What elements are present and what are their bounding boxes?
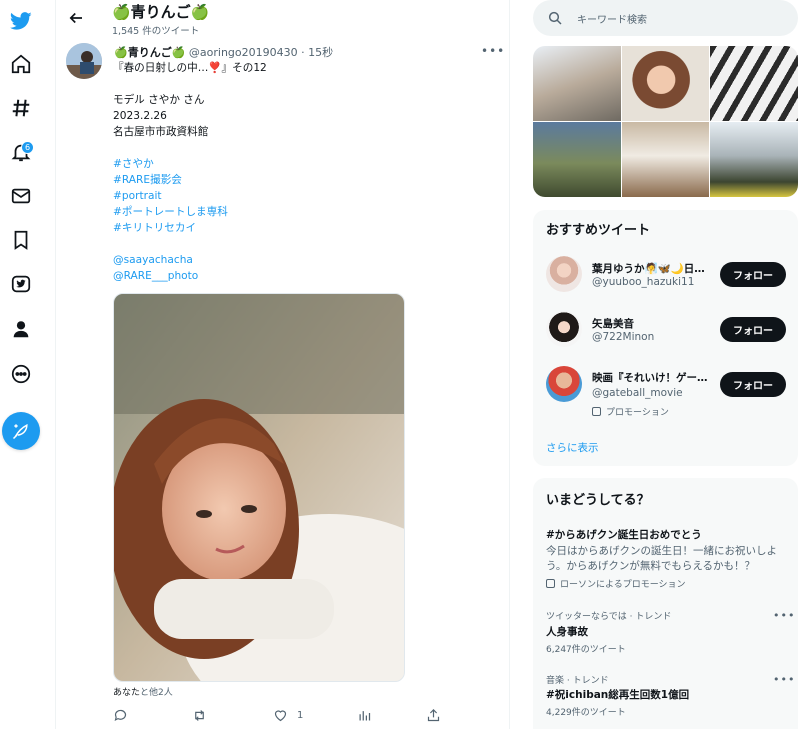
user-handle[interactable]: @gateball_movie [592,387,683,399]
gallery-thumbnail[interactable] [533,46,621,121]
notification-count-badge: 6 [21,141,34,154]
twitter-blue-icon[interactable] [8,271,34,297]
heart-icon [274,709,287,721]
home-icon[interactable] [8,51,34,77]
likers-rest[interactable]: と他2人 [140,688,173,698]
user-name[interactable]: 葉月ゆうか🧖🦋🌙日… [592,261,705,276]
hashtag-link[interactable]: #portrait [113,188,473,204]
gallery-thumbnail[interactable] [533,122,621,197]
author-avatar[interactable] [66,43,102,79]
promotion-text: プロモーション [606,408,669,418]
promoted-arrow-icon [592,407,601,416]
share-button[interactable] [426,705,441,725]
trends-title: いまどうしてる？ [546,493,650,508]
tweet-line: 2023.2.26 [113,110,167,122]
trends-card: いまどうしてる？ #からあげクン誕生日おめでとう 今日はからあげクンの誕生日！一… [533,478,798,729]
analytics-bar-icon [359,710,371,720]
user-handle[interactable]: @yuuboo_hazuki11 [592,276,694,288]
gallery-thumbnail[interactable] [621,46,710,121]
feather-icon [12,423,28,440]
search-box[interactable]: キーワード検索 [533,0,798,36]
show-more-link[interactable]: さらに表示 [546,440,599,455]
trend-category: 音楽 · トレンド [546,676,609,686]
trend-tweet-count: 6,247件のツイート [546,645,626,655]
author-handle[interactable]: @aoringo20190430 [189,46,298,59]
tweet-line: モデル さやか さん [113,94,205,106]
follow-button[interactable]: フォロー [720,372,786,397]
gallery-thumbnail[interactable] [621,122,710,197]
trend-title[interactable]: #祝ichiban総再生回数1億回 [546,687,689,702]
tweet-header: 🍏青りんご🍏 @aoringo20190430 · 15秒 [114,44,333,60]
user-name[interactable]: 映画『それいけ！ゲー… [592,370,708,385]
trend-title[interactable]: #からあげクン誕生日おめでとう [546,527,702,542]
mention-link[interactable]: @saayachacha [113,252,473,268]
left-nav: 6 [0,0,56,729]
user-avatar[interactable] [546,366,582,402]
back-arrow-icon[interactable] [66,8,86,28]
tweet-actions: 1 [113,705,443,725]
author-name[interactable]: 🍏青りんご🍏 [114,46,185,59]
trend-title[interactable]: 人身事故 [546,624,588,639]
search-icon [548,11,562,25]
trend-promotion: ローソンによるプロモーション [546,577,686,590]
tweet-line: 名古屋市市政資料館 [113,126,209,138]
user-name[interactable]: 矢島美音 [592,316,634,331]
user-avatar[interactable] [546,256,582,292]
retweet-icon [195,709,204,721]
trend-category: ツイッターならでは · トレンド [546,612,672,622]
like-count: 1 [297,709,304,721]
tweet-time[interactable]: · 15秒 [301,46,333,59]
twitter-logo-icon[interactable] [8,8,34,34]
trend-more-menu-icon[interactable]: ••• [773,673,795,686]
likers-summary[interactable]: あなたと他2人 [113,685,173,698]
more-options-circle-icon[interactable] [8,361,34,387]
tweet-line: 『春の日射しの中…❣️』その12 [113,62,267,74]
tweet-text: 『春の日射しの中…❣️』その12 モデル さやか さん 2023.2.26 名古… [113,60,473,284]
tweet-count: 1,545 件のツイート [112,26,200,37]
promoted-arrow-icon [546,579,555,588]
tweet-more-menu-icon[interactable]: ••• [481,44,505,58]
mention-link[interactable]: @RARE___photo [113,268,473,284]
hashtag-link[interactable]: #ポートレートしま専科 [113,204,473,220]
media-gallery [533,46,798,197]
hashtag-link[interactable]: #キリトリセカイ [113,220,473,236]
trend-promo-text: ローソンによるプロモーション [560,580,686,590]
page-title: 🍏青りんご🍏 [112,3,210,21]
main-column: 🍏青りんご🍏 1,545 件のツイート 🍏青りんご🍏 @aoringo20190… [56,0,510,729]
user-handle[interactable]: @722Minon [592,331,654,343]
trend-tweet-count: 4,229件のツイート [546,708,626,718]
user-avatar[interactable] [546,311,582,347]
reply-button[interactable] [113,705,128,725]
likers-you[interactable]: あなた [113,688,140,698]
bookmarks-icon[interactable] [8,227,34,253]
trend-description[interactable]: 今日はからあげクンの誕生日！一緒にお祝いしよう。からあげクンが無料でもらえるかも… [546,544,786,574]
like-button[interactable]: 1 [273,705,303,725]
analytics-button[interactable] [357,705,372,725]
search-placeholder[interactable]: キーワード検索 [577,11,647,26]
profile-person-icon[interactable] [8,316,34,342]
retweet-button[interactable] [192,705,207,725]
recommended-tweets-card: おすすめツイート 葉月ゆうか🧖🦋🌙日… @yuuboo_hazuki11 フォロ… [533,210,798,466]
messages-envelope-icon[interactable] [8,183,34,209]
reply-icon [114,709,127,721]
trend-more-menu-icon[interactable]: ••• [773,609,795,622]
right-sidebar: キーワード検索 おすすめツイート 葉月ゆうか🧖🦋🌙日… @yuuboo_hazu… [533,0,800,729]
hashtag-link[interactable]: #RARE撮影会 [113,172,473,188]
hashtag-link[interactable]: #さやか [113,156,473,172]
compose-tweet-button[interactable] [2,412,40,450]
promotion-label: プロモーション [592,405,669,418]
follow-button[interactable]: フォロー [720,317,786,342]
tweet-photo[interactable] [113,293,405,682]
recommended-title: おすすめツイート [546,223,651,238]
explore-hashtag-icon[interactable] [8,95,34,121]
gallery-thumbnail[interactable] [710,122,798,197]
gallery-thumbnail[interactable] [710,46,798,121]
follow-button[interactable]: フォロー [720,262,786,287]
share-upload-icon [427,708,440,721]
